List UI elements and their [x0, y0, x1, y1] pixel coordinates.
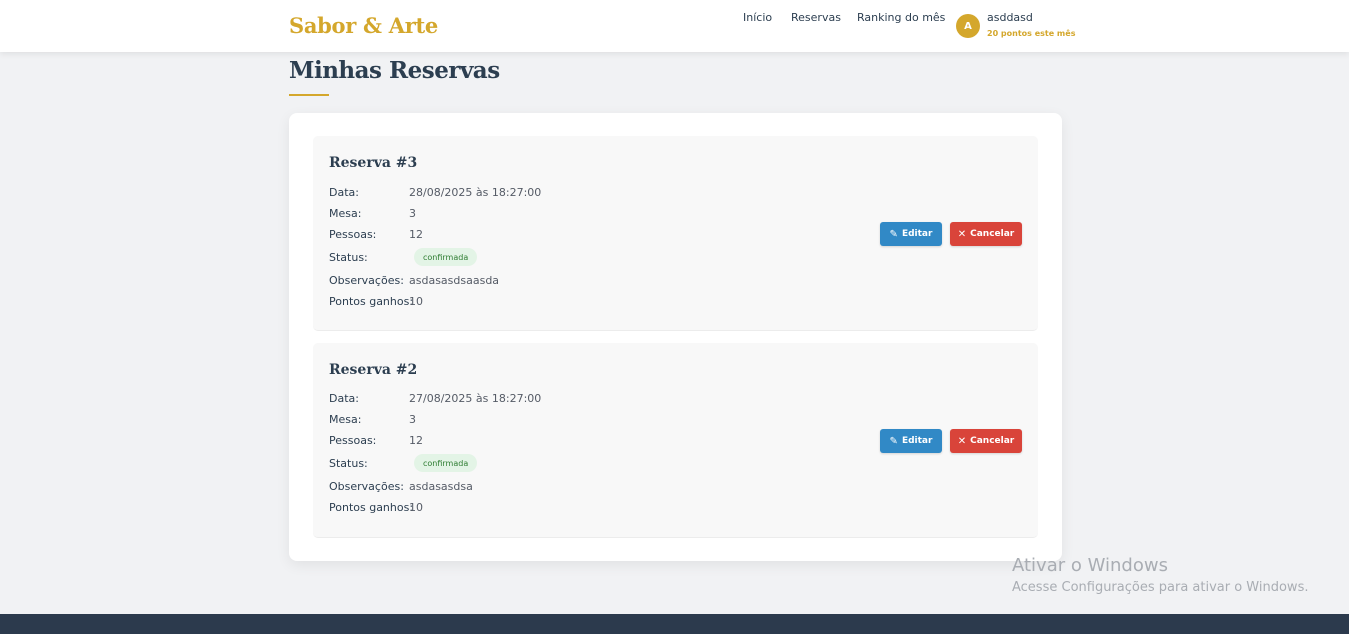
- close-icon: ✕: [957, 228, 967, 240]
- table-label: Mesa:: [329, 413, 362, 426]
- people-label: Pessoas:: [329, 228, 377, 241]
- user-points: 20 pontos este mês: [987, 29, 1076, 38]
- notes-label: Observações:: [329, 274, 404, 287]
- edit-icon: ✎: [889, 228, 898, 240]
- points-value: 10: [409, 295, 423, 308]
- people-label: Pessoas:: [329, 434, 377, 447]
- edit-label: Editar: [901, 436, 933, 446]
- status-label: Status:: [329, 457, 368, 470]
- windows-activation-subtitle: Acesse Configurações para ativar o Windo…: [1012, 580, 1309, 595]
- windows-activation-title: Ativar o Windows: [1012, 555, 1168, 576]
- notes-label: Observações:: [329, 480, 404, 493]
- date-value: 27/08/2025 às 18:27:00: [409, 392, 542, 405]
- points-label: Pontos ganhos:: [329, 295, 414, 308]
- reservation-title: Reserva #2: [329, 362, 418, 378]
- points-value: 10: [409, 501, 423, 514]
- status-label: Status:: [329, 251, 368, 264]
- user-name[interactable]: asddasd: [987, 11, 1033, 24]
- date-label: Data:: [329, 392, 359, 405]
- table-label: Mesa:: [329, 207, 362, 220]
- brand-logo[interactable]: Sabor & Arte: [289, 13, 438, 38]
- title-underline: [289, 94, 329, 96]
- cancel-button[interactable]: ✕ Cancelar: [950, 222, 1022, 246]
- people-value: 12: [409, 434, 423, 447]
- nav-link-reservas[interactable]: Reservas: [791, 11, 841, 24]
- edit-icon: ✎: [889, 435, 898, 447]
- people-value: 12: [409, 228, 423, 241]
- nav-link-inicio[interactable]: Início: [743, 11, 772, 24]
- close-icon: ✕: [957, 435, 967, 447]
- status-badge: confirmada: [414, 454, 478, 472]
- status-badge: confirmada: [414, 248, 478, 266]
- top-navbar: Sabor & Arte Início Reservas Ranking do …: [0, 0, 1349, 52]
- edit-label: Editar: [901, 229, 933, 239]
- reservation-title: Reserva #3: [329, 155, 418, 171]
- reservation-card: Reserva #3 Data: 28/08/2025 às 18:27:00 …: [313, 136, 1038, 331]
- reservation-card: Reserva #2 Data: 27/08/2025 às 18:27:00 …: [313, 343, 1038, 538]
- cancel-label: Cancelar: [970, 436, 1015, 446]
- table-value: 3: [409, 413, 416, 426]
- notes-value: asdasasdsa: [409, 480, 473, 493]
- edit-button[interactable]: ✎ Editar: [880, 429, 942, 453]
- date-label: Data:: [329, 186, 359, 199]
- table-value: 3: [409, 207, 416, 220]
- page-footer: [0, 614, 1349, 634]
- points-label: Pontos ganhos:: [329, 501, 414, 514]
- page-title: Minhas Reservas: [289, 57, 500, 84]
- cancel-button[interactable]: ✕ Cancelar: [950, 429, 1022, 453]
- date-value: 28/08/2025 às 18:27:00: [409, 186, 542, 199]
- user-avatar[interactable]: A: [956, 14, 980, 38]
- edit-button[interactable]: ✎ Editar: [880, 222, 942, 246]
- notes-value: asdasasdsaasda: [409, 274, 500, 287]
- nav-link-ranking[interactable]: Ranking do mês: [857, 11, 945, 24]
- cancel-label: Cancelar: [970, 229, 1015, 239]
